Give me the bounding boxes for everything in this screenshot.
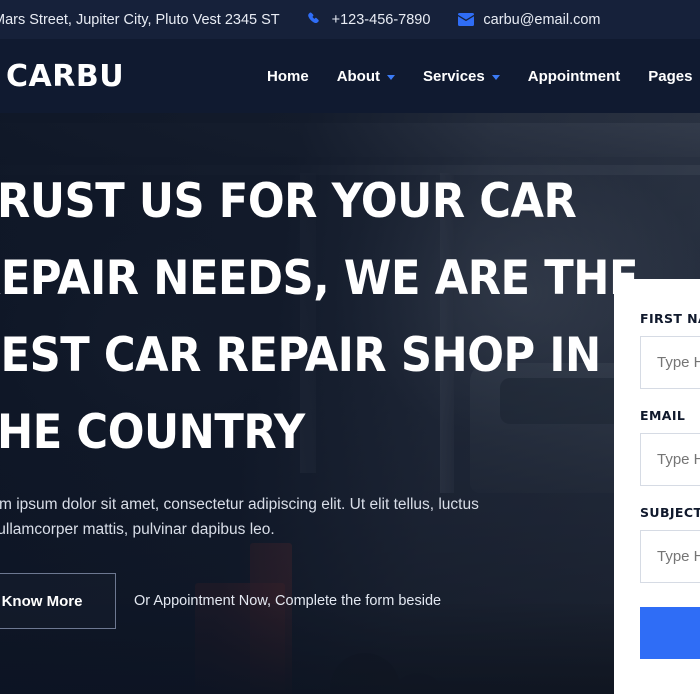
form-submit-button[interactable]: Send [640,607,700,659]
top-info-bar: Mars Street, Jupiter City, Pluto Vest 23… [0,0,700,39]
email-label: EMAIL [640,408,686,423]
appointment-form-card: FIRST NAME EMAIL SUBJECT Send [614,279,700,694]
envelope-icon [458,13,475,26]
field-first-name: FIRST NAME [640,311,700,389]
top-info-bar-inner: Mars Street, Jupiter City, Pluto Vest 23… [0,12,628,28]
phone-icon [307,12,323,27]
nav-item-about[interactable]: About [323,68,409,85]
nav-item-home-label: Home [267,67,309,85]
nav-item-appointment[interactable]: Appointment [514,68,634,85]
chevron-down-icon [491,74,500,80]
hero-title-line-3: BEST CAR REPAIR SHOP IN [0,328,601,383]
know-more-button[interactable]: Know More [0,573,116,629]
chevron-down-icon [387,74,396,80]
hero-paragraph-line-1: Lorem ipsum dolor sit amet, consectetur … [0,496,479,513]
nav-item-pages-label: Pages [648,67,693,85]
hero-content: TRUST US FOR YOUR CAR REPAIR NEEDS, WE A… [0,163,639,629]
hero-paragraph: Lorem ipsum dolor sit amet, consectetur … [0,492,548,542]
email-item[interactable]: carbu@email.com [458,12,600,28]
nav-item-about-label: About [336,67,381,85]
hero-paragraph-line-2: nec ullamcorper mattis, pulvinar dapibus… [0,521,275,538]
main-navbar: CARBU Home About Services Appointment Pa… [0,39,700,113]
subject-label: SUBJECT [640,505,700,520]
address-item: Mars Street, Jupiter City, Pluto Vest 23… [0,12,280,28]
email-text: carbu@email.com [483,11,601,28]
hero-actions: Know More Or Appointment Now, Complete t… [0,573,568,629]
nav-item-appointment-label: Appointment [527,67,621,85]
field-email: EMAIL [640,408,700,486]
brand-logo[interactable]: CARBU [0,59,124,94]
nav-item-home[interactable]: Home [253,68,323,85]
hero-title-line-4: THE COUNTRY [0,405,305,460]
brand-name: CARBU [6,59,125,94]
hero-title-line-2: REPAIR NEEDS, WE ARE THE [0,251,639,306]
email-input[interactable] [640,433,700,486]
first-name-label: FIRST NAME [640,311,700,326]
field-subject: SUBJECT [640,505,700,583]
nav-item-services-label: Services [423,67,485,85]
phone-text: +123-456-7890 [331,11,431,28]
subject-input[interactable] [640,530,700,583]
first-name-input[interactable] [640,336,700,389]
hero-title: TRUST US FOR YOUR CAR REPAIR NEEDS, WE A… [0,163,639,471]
page-root: Mars Street, Jupiter City, Pluto Vest 23… [0,0,700,694]
appointment-note: Or Appointment Now, Complete the form be… [134,593,442,609]
hero-title-line-1: TRUST US FOR YOUR CAR [0,174,577,229]
phone-item[interactable]: +123-456-7890 [307,11,431,28]
nav-links: Home About Services Appointment Pages [253,39,700,113]
nav-item-services[interactable]: Services [409,68,514,85]
address-text: Mars Street, Jupiter City, Pluto Vest 23… [0,11,280,28]
hero-section: TRUST US FOR YOUR CAR REPAIR NEEDS, WE A… [0,113,700,694]
nav-item-pages[interactable]: Pages [634,68,700,85]
